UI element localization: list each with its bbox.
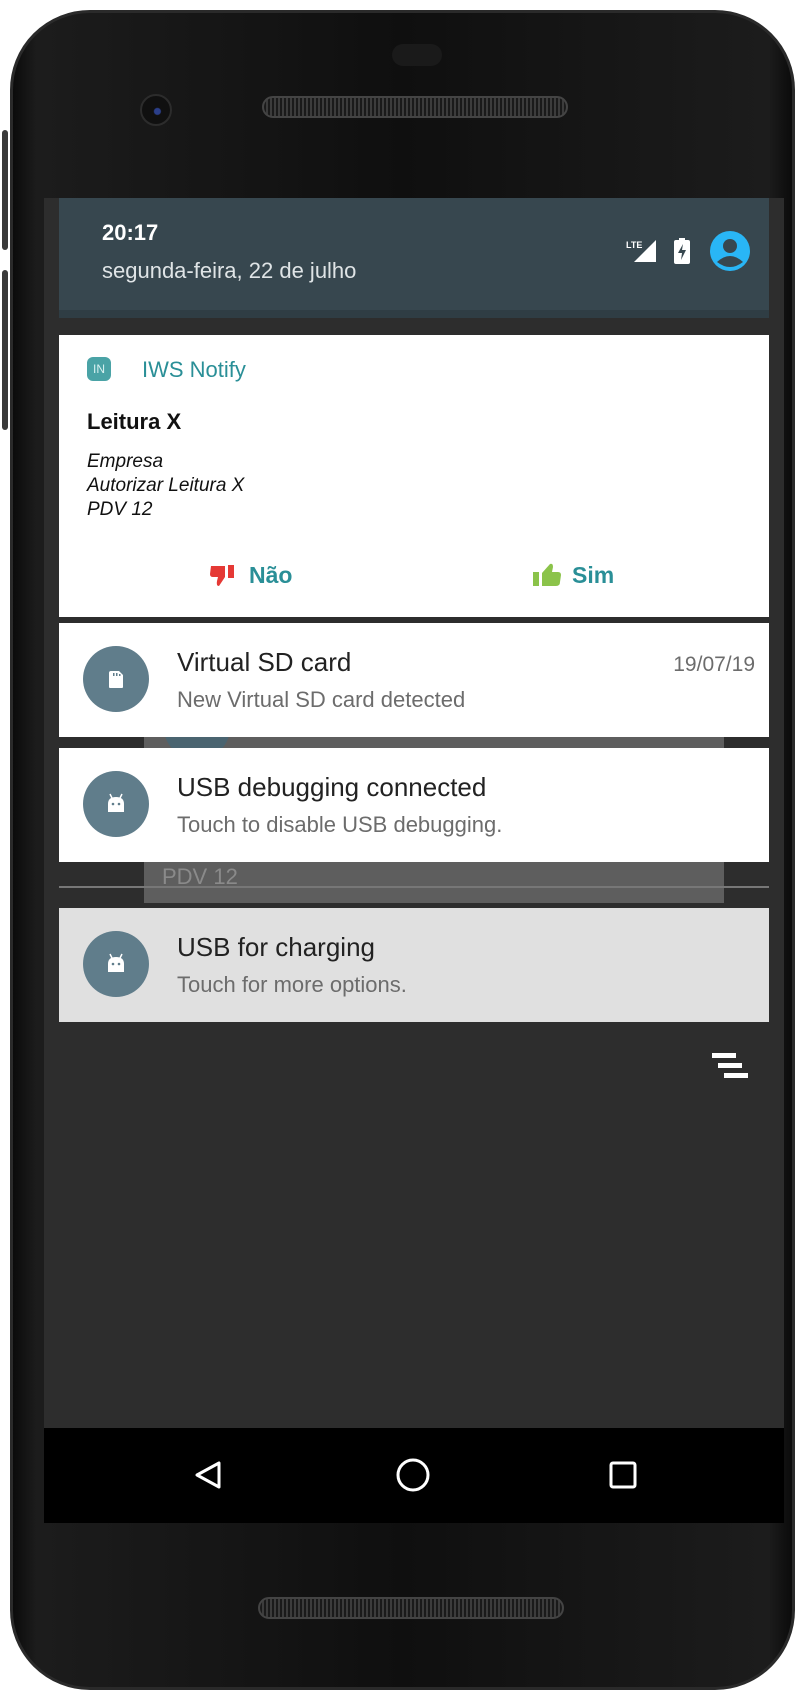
yes-label: Sim (572, 561, 615, 588)
phone-frame: 20:17 segunda-feira, 22 de julho LTE IN … (0, 0, 809, 1690)
back-icon[interactable] (184, 1450, 234, 1500)
navigation-bar (44, 1428, 784, 1523)
notification-virtual-sd-card[interactable]: Virtual SD card New Virtual SD card dete… (59, 623, 769, 737)
notification-line: PDV 12 (87, 499, 153, 520)
volume-button (2, 270, 8, 430)
recents-icon[interactable] (598, 1450, 648, 1500)
no-action-button[interactable]: Não (209, 557, 292, 593)
screen: 20:17 segunda-feira, 22 de julho LTE IN … (44, 198, 784, 1428)
lte-signal-icon: LTE (626, 240, 656, 262)
notification-text: Touch to disable USB debugging. (177, 812, 503, 837)
notification-title: Leitura X (87, 409, 182, 434)
earpiece-speaker (262, 96, 568, 118)
manage-notifications-icon[interactable] (710, 1051, 750, 1081)
thumbs-down-icon (210, 565, 234, 586)
power-button (2, 130, 8, 250)
divider (59, 886, 769, 888)
proximity-sensor (392, 44, 442, 66)
svg-text:LTE: LTE (626, 240, 642, 250)
notification-title: USB for charging (177, 932, 375, 962)
iws-app-icon: IN (87, 357, 111, 381)
home-icon[interactable] (388, 1450, 438, 1500)
notification-usb-debugging[interactable]: USB debugging connected Touch to disable… (59, 748, 769, 862)
yes-action-button[interactable]: Sim (532, 557, 614, 593)
notification-title: Virtual SD card (177, 647, 352, 677)
sd-card-icon (83, 646, 149, 712)
account-icon[interactable] (709, 230, 751, 272)
notification-text: Touch for more options. (177, 972, 407, 997)
no-label: Não (249, 561, 293, 588)
notification-date: 19/07/19 (673, 653, 755, 676)
notification-line: Empresa (87, 451, 164, 472)
front-camera (140, 94, 172, 126)
battery-charging-icon (674, 238, 690, 264)
date: segunda-feira, 22 de julho (102, 258, 357, 283)
app-name: IWS Notify (142, 357, 246, 382)
notification-usb-charging[interactable]: USB for charging Touch for more options. (59, 908, 769, 1022)
header-shadow (59, 310, 769, 318)
notification-shade-header: 20:17 segunda-feira, 22 de julho LTE (59, 198, 769, 318)
bottom-speaker (258, 1597, 564, 1619)
android-icon (83, 931, 149, 997)
iws-notification[interactable]: IN IWS Notify Leitura X Empresa Autoriza… (59, 335, 769, 617)
thumbs-up-icon (533, 563, 561, 586)
notification-line: Autorizar Leitura X (87, 475, 245, 496)
notification-text: New Virtual SD card detected (177, 687, 466, 712)
notification-title: USB debugging connected (177, 772, 487, 802)
clock: 20:17 (102, 220, 159, 245)
android-icon (83, 771, 149, 837)
